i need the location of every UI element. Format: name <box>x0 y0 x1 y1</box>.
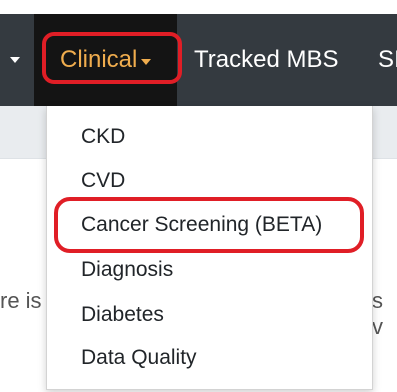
dropdown-item-diagnosis[interactable]: Diagnosis <box>81 258 173 282</box>
page: Clinical Tracked MBS SI re is s v CKD CV… <box>0 0 397 392</box>
annotation-circle-cancer-screening <box>54 197 364 253</box>
dropdown-item-data-quality[interactable]: Data Quality <box>81 346 197 370</box>
dropdown-item-cvd[interactable]: CVD <box>81 169 125 193</box>
nav-prev-dropdown[interactable] <box>10 14 32 106</box>
top-strip <box>0 0 397 14</box>
nav-tracked-mbs-label: Tracked MBS <box>194 46 339 73</box>
dropdown-item-ckd[interactable]: CKD <box>81 125 125 149</box>
nav-tracked-mbs[interactable]: Tracked MBS <box>194 14 338 106</box>
annotation-circle-clinical <box>42 32 182 84</box>
caret-down-icon <box>10 57 20 63</box>
dropdown-item-diabetes[interactable]: Diabetes <box>81 303 164 327</box>
nav-next-item[interactable]: SI <box>378 14 397 106</box>
background-text-fragment: s v <box>372 288 383 339</box>
nav-next-label: SI <box>378 46 397 73</box>
background-text-fragment: re is <box>0 288 42 313</box>
